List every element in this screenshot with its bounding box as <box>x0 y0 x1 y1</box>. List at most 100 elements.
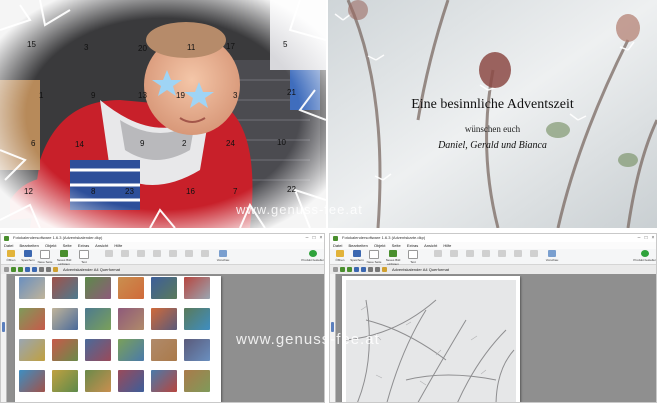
ribbon-button-disabled[interactable] <box>101 250 117 263</box>
photo-thumbnail[interactable] <box>184 339 210 361</box>
page-icon <box>40 250 50 259</box>
side-panel-tab[interactable] <box>1 274 7 402</box>
menu-extras[interactable]: Extras <box>407 243 418 248</box>
document-tab[interactable]: Adventskalender A4 Querformat <box>392 265 449 274</box>
photo-thumbnail[interactable] <box>184 277 210 299</box>
calendar-day-number: 14 <box>75 140 84 149</box>
ribbon-button-disabled[interactable] <box>149 250 165 263</box>
preview-button[interactable]: Vorschau <box>215 250 231 263</box>
hand-icon[interactable] <box>46 267 51 272</box>
calendar-day-number: 5 <box>283 40 288 49</box>
photo-thumbnail[interactable] <box>52 308 78 330</box>
hand-icon[interactable] <box>375 267 380 272</box>
grid-icon[interactable] <box>25 267 30 272</box>
zoom-out-icon[interactable] <box>18 267 23 272</box>
panel-grip-icon[interactable] <box>2 322 5 332</box>
ribbon-button-disabled[interactable] <box>462 250 478 263</box>
fit-icon[interactable] <box>32 267 37 272</box>
ribbon-button-disabled[interactable] <box>181 250 197 263</box>
order-product-button[interactable]: Produkt bestellen <box>301 250 324 263</box>
menu-seite[interactable]: Seite <box>63 243 72 248</box>
photo-thumbnail[interactable] <box>85 370 111 392</box>
ribbon-button-disabled[interactable] <box>197 250 213 263</box>
watermark-bottom: www.genuss-fee.at <box>236 331 380 348</box>
photo-thumbnail[interactable] <box>85 339 111 361</box>
ribbon-button-disabled[interactable] <box>117 250 133 263</box>
photo-thumbnail[interactable] <box>52 339 78 361</box>
ribbon-button-disabled[interactable] <box>430 250 446 263</box>
insert-image-button[interactable]: Neues Bild einfügen <box>383 250 403 266</box>
ribbon-button-disabled[interactable] <box>133 250 149 263</box>
menu-extras[interactable]: Extras <box>78 243 89 248</box>
watermark-top: www.genuss-fee.at <box>236 202 363 217</box>
layer-icon <box>201 250 209 257</box>
save-button[interactable]: Speichern <box>20 250 36 263</box>
document-tab[interactable]: Adventskalender A4 Querformat <box>63 265 120 274</box>
maximize-icon[interactable]: □ <box>643 235 649 241</box>
pointer-icon[interactable] <box>4 267 9 272</box>
photo-thumbnail[interactable] <box>118 277 144 299</box>
pointer-icon[interactable] <box>333 267 338 272</box>
minimize-icon[interactable]: – <box>636 235 642 241</box>
menu-ansicht[interactable]: Ansicht <box>95 243 108 248</box>
minimize-icon[interactable]: – <box>304 235 310 241</box>
ribbon-button-disabled[interactable] <box>526 250 542 263</box>
photo-thumbnail[interactable] <box>19 308 45 330</box>
ribbon-button-disabled[interactable] <box>494 250 510 263</box>
photo-thumbnail[interactable] <box>184 308 210 330</box>
photo-thumbnail[interactable] <box>19 339 45 361</box>
page-view-icon[interactable] <box>53 267 58 272</box>
photo-thumbnail[interactable] <box>151 277 177 299</box>
photo-thumbnail[interactable] <box>19 277 45 299</box>
ribbon-button-disabled[interactable] <box>446 250 462 263</box>
open-button[interactable]: Öffnen <box>332 250 348 263</box>
delete-icon <box>482 250 490 257</box>
insert-image-button[interactable]: Neues Bild einfügen <box>54 250 74 266</box>
photo-thumbnail[interactable] <box>19 370 45 392</box>
menu-bearbeiten[interactable]: Bearbeiten <box>348 243 367 248</box>
menu-objekt[interactable]: Objekt <box>45 243 57 248</box>
page-view-icon[interactable] <box>382 267 387 272</box>
search-icon[interactable] <box>39 267 44 272</box>
menu-hilfe[interactable]: Hilfe <box>114 243 122 248</box>
save-button[interactable]: Speichern <box>349 250 365 263</box>
ribbon-button-disabled[interactable] <box>478 250 494 263</box>
photo-thumbnail[interactable] <box>118 370 144 392</box>
menu-seite[interactable]: Seite <box>392 243 401 248</box>
menu-datei[interactable]: Datei <box>333 243 342 248</box>
close-icon[interactable]: × <box>650 235 656 241</box>
insert-text-button[interactable]: Text einfügen <box>405 250 421 268</box>
preview-button[interactable]: Vorschau <box>544 250 560 263</box>
close-icon[interactable]: × <box>318 235 324 241</box>
photo-thumbnail[interactable] <box>151 339 177 361</box>
fit-icon[interactable] <box>361 267 366 272</box>
new-page-button[interactable]: Neue Seite <box>366 250 382 264</box>
zoom-out-icon[interactable] <box>347 267 352 272</box>
search-icon[interactable] <box>368 267 373 272</box>
menu-objekt[interactable]: Objekt <box>374 243 386 248</box>
photo-thumbnail[interactable] <box>85 277 111 299</box>
zoom-in-icon[interactable] <box>11 267 16 272</box>
maximize-icon[interactable]: □ <box>311 235 317 241</box>
menu-ansicht[interactable]: Ansicht <box>424 243 437 248</box>
ribbon-button-disabled[interactable] <box>510 250 526 263</box>
preview-icon <box>219 250 227 257</box>
photo-thumbnail[interactable] <box>151 370 177 392</box>
zoom-in-icon[interactable] <box>340 267 345 272</box>
photo-thumbnail[interactable] <box>85 308 111 330</box>
photo-thumbnail[interactable] <box>52 370 78 392</box>
insert-text-button[interactable]: Text einfügen <box>76 250 92 268</box>
menu-hilfe[interactable]: Hilfe <box>443 243 451 248</box>
new-page-button[interactable]: Neue Seite <box>37 250 53 264</box>
photo-thumbnail[interactable] <box>118 308 144 330</box>
grid-icon[interactable] <box>354 267 359 272</box>
photo-thumbnail[interactable] <box>184 370 210 392</box>
photo-thumbnail[interactable] <box>52 277 78 299</box>
order-product-button[interactable]: Produkt bestellen <box>633 250 656 263</box>
open-button[interactable]: Öffnen <box>3 250 19 263</box>
photo-thumbnail[interactable] <box>118 339 144 361</box>
menu-bearbeiten[interactable]: Bearbeiten <box>19 243 38 248</box>
photo-thumbnail[interactable] <box>151 308 177 330</box>
menu-datei[interactable]: Datei <box>4 243 13 248</box>
ribbon-button-disabled[interactable] <box>165 250 181 263</box>
